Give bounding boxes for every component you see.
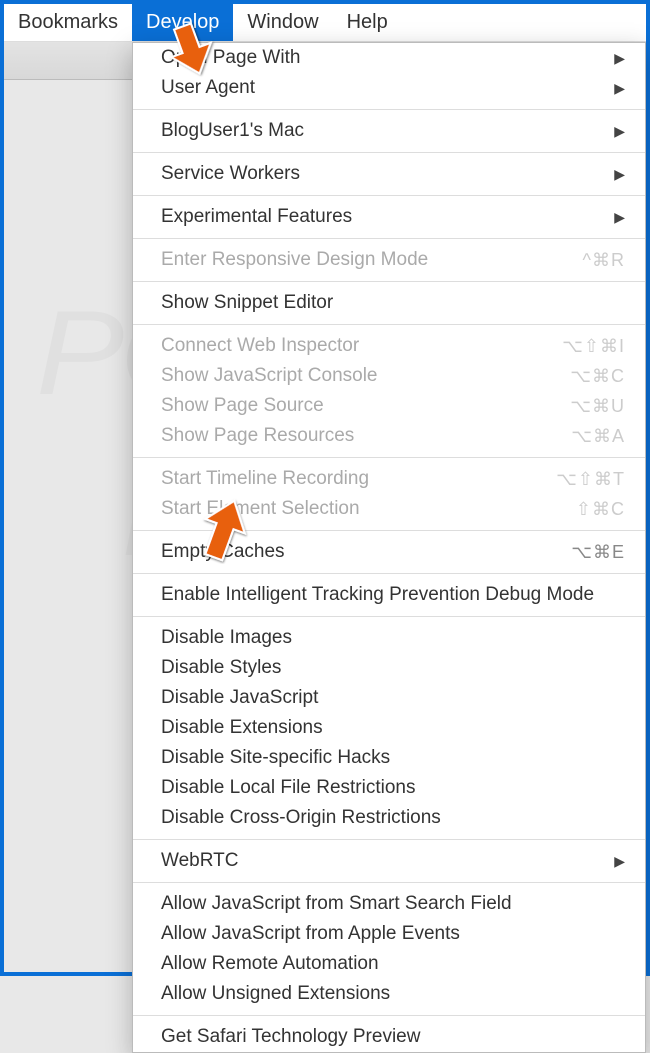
submenu-arrow-icon: ▶ <box>614 50 625 67</box>
menu-separator <box>133 573 645 574</box>
menu-item-show-page-resources: Show Page Resources⌥⌘A <box>133 421 645 451</box>
menu-item-label: Disable JavaScript <box>161 687 625 709</box>
menu-separator <box>133 839 645 840</box>
menu-item-show-snippet-editor[interactable]: Show Snippet Editor <box>133 288 645 318</box>
menu-item-label: Show Page Resources <box>161 425 571 447</box>
menu-item-label: Allow JavaScript from Smart Search Field <box>161 893 625 915</box>
keyboard-shortcut: ⌥⇧⌘I <box>562 336 625 357</box>
menu-item-label: Disable Site-specific Hacks <box>161 747 625 769</box>
menu-item-start-timeline-recording: Start Timeline Recording⌥⇧⌘T <box>133 464 645 494</box>
menu-separator <box>133 616 645 617</box>
menu-item-label: Allow JavaScript from Apple Events <box>161 923 625 945</box>
menu-separator <box>133 109 645 110</box>
keyboard-shortcut: ⌥⇧⌘T <box>556 469 625 490</box>
submenu-arrow-icon: ▶ <box>614 853 625 870</box>
menu-item-experimental-features[interactable]: Experimental Features▶ <box>133 202 645 232</box>
menu-item-label: Connect Web Inspector <box>161 335 562 357</box>
menu-item-open-page-with[interactable]: Open Page With▶ <box>133 43 645 73</box>
menu-item-label: Empty Caches <box>161 541 571 563</box>
menu-item-label: Start Element Selection <box>161 498 576 520</box>
menu-item-label: Experimental Features <box>161 206 614 228</box>
menu-item-start-element-selection: Start Element Selection⇧⌘C <box>133 494 645 524</box>
menu-separator <box>133 1015 645 1016</box>
menu-item-label: Open Page With <box>161 47 614 69</box>
menu-item-show-javascript-console: Show JavaScript Console⌥⌘C <box>133 361 645 391</box>
menu-item-allow-unsigned-extensions[interactable]: Allow Unsigned Extensions <box>133 979 645 1009</box>
submenu-arrow-icon: ▶ <box>614 166 625 183</box>
develop-dropdown-menu: Open Page With▶User Agent▶BlogUser1's Ma… <box>132 42 646 1053</box>
menu-item-label: User Agent <box>161 77 614 99</box>
menu-item-allow-javascript-from-smart-search-field[interactable]: Allow JavaScript from Smart Search Field <box>133 889 645 919</box>
menu-item-label: Show Snippet Editor <box>161 292 625 314</box>
menu-item-disable-images[interactable]: Disable Images <box>133 623 645 653</box>
menu-item-service-workers[interactable]: Service Workers▶ <box>133 159 645 189</box>
keyboard-shortcut: ⌥⌘C <box>570 366 625 387</box>
menu-item-label: Show JavaScript Console <box>161 365 570 387</box>
menu-help[interactable]: Help <box>333 4 402 41</box>
menu-item-label: Disable Images <box>161 627 625 649</box>
menu-item-bloguser1-s-mac[interactable]: BlogUser1's Mac▶ <box>133 116 645 146</box>
menu-item-label: Allow Remote Automation <box>161 953 625 975</box>
menu-item-disable-styles[interactable]: Disable Styles <box>133 653 645 683</box>
menu-item-label: Service Workers <box>161 163 614 185</box>
menu-item-user-agent[interactable]: User Agent▶ <box>133 73 645 103</box>
menu-item-label: Start Timeline Recording <box>161 468 556 490</box>
menu-item-disable-site-specific-hacks[interactable]: Disable Site-specific Hacks <box>133 743 645 773</box>
menu-item-label: Enter Responsive Design Mode <box>161 249 583 271</box>
menu-item-disable-javascript[interactable]: Disable JavaScript <box>133 683 645 713</box>
menu-item-empty-caches[interactable]: Empty Caches⌥⌘E <box>133 537 645 567</box>
menu-item-label: WebRTC <box>161 850 614 872</box>
menu-item-label: Enable Intelligent Tracking Prevention D… <box>161 584 625 606</box>
keyboard-shortcut: ⌥⌘U <box>570 396 625 417</box>
submenu-arrow-icon: ▶ <box>614 80 625 97</box>
menubar: Bookmarks Develop Window Help <box>4 4 646 42</box>
menu-develop[interactable]: Develop <box>132 4 233 41</box>
menu-item-enter-responsive-design-mode: Enter Responsive Design Mode^⌘R <box>133 245 645 275</box>
keyboard-shortcut: ^⌘R <box>583 250 625 271</box>
submenu-arrow-icon: ▶ <box>614 209 625 226</box>
menu-item-label: Disable Extensions <box>161 717 625 739</box>
menu-separator <box>133 238 645 239</box>
menu-separator <box>133 152 645 153</box>
menu-item-disable-cross-origin-restrictions[interactable]: Disable Cross-Origin Restrictions <box>133 803 645 833</box>
menu-separator <box>133 195 645 196</box>
menu-item-label: Show Page Source <box>161 395 570 417</box>
menu-separator <box>133 324 645 325</box>
menu-item-allow-remote-automation[interactable]: Allow Remote Automation <box>133 949 645 979</box>
menu-item-get-safari-technology-preview[interactable]: Get Safari Technology Preview <box>133 1022 645 1052</box>
menu-item-allow-javascript-from-apple-events[interactable]: Allow JavaScript from Apple Events <box>133 919 645 949</box>
menu-separator <box>133 281 645 282</box>
menu-item-disable-extensions[interactable]: Disable Extensions <box>133 713 645 743</box>
keyboard-shortcut: ⌥⌘E <box>571 542 625 563</box>
menu-item-label: BlogUser1's Mac <box>161 120 614 142</box>
menu-item-label: Disable Styles <box>161 657 625 679</box>
menu-separator <box>133 882 645 883</box>
menu-item-disable-local-file-restrictions[interactable]: Disable Local File Restrictions <box>133 773 645 803</box>
menu-item-label: Disable Local File Restrictions <box>161 777 625 799</box>
keyboard-shortcut: ⌥⌘A <box>571 426 625 447</box>
menu-item-webrtc[interactable]: WebRTC▶ <box>133 846 645 876</box>
menu-separator <box>133 530 645 531</box>
keyboard-shortcut: ⇧⌘C <box>576 499 625 520</box>
submenu-arrow-icon: ▶ <box>614 123 625 140</box>
menu-item-show-page-source: Show Page Source⌥⌘U <box>133 391 645 421</box>
menu-separator <box>133 457 645 458</box>
menu-item-connect-web-inspector: Connect Web Inspector⌥⇧⌘I <box>133 331 645 361</box>
menu-window[interactable]: Window <box>233 4 332 41</box>
menu-item-enable-intelligent-tracking-prevention-debug-mode[interactable]: Enable Intelligent Tracking Prevention D… <box>133 580 645 610</box>
menu-bookmarks[interactable]: Bookmarks <box>4 4 132 41</box>
menu-item-label: Get Safari Technology Preview <box>161 1026 625 1048</box>
menu-item-label: Disable Cross-Origin Restrictions <box>161 807 625 829</box>
menu-item-label: Allow Unsigned Extensions <box>161 983 625 1005</box>
